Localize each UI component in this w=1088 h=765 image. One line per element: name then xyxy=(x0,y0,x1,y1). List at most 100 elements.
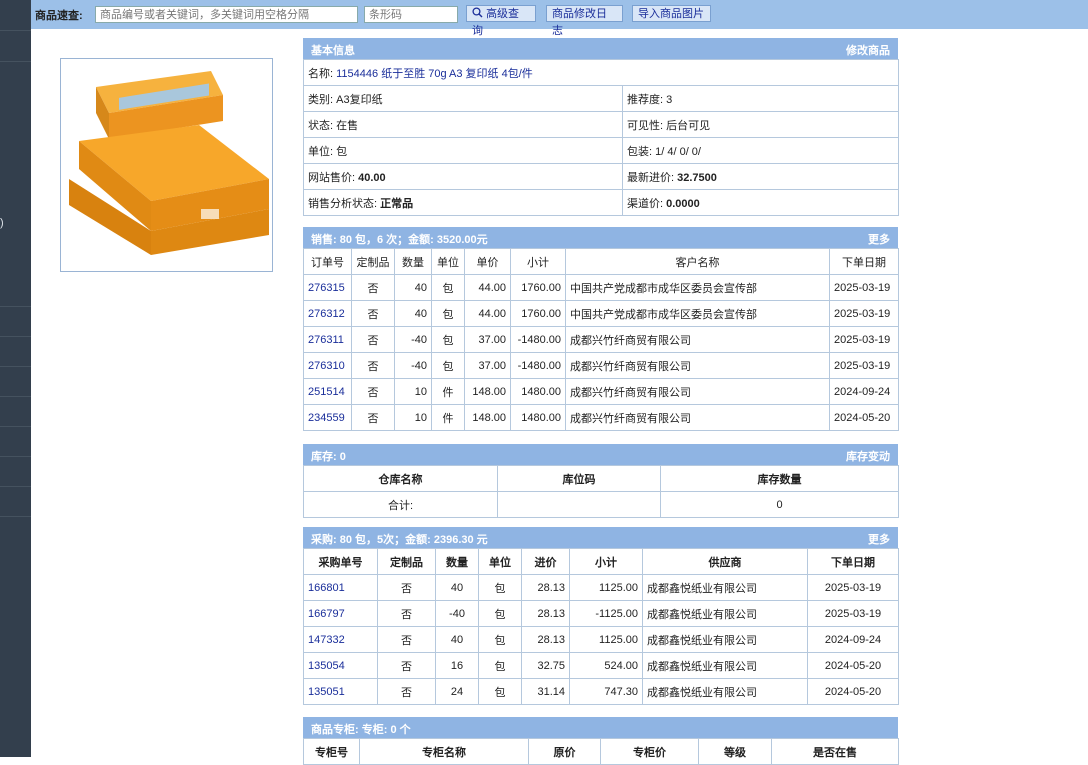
counter-header: 商品专柜: 专柜: 0 个 xyxy=(303,717,898,738)
stock-panel: 库存: 0 库存变动 仓库名称 库位码 库存数量 合计: 0 xyxy=(303,444,899,518)
stock-col-warehouse: 仓库名称 xyxy=(303,465,498,492)
sales-more-link[interactable]: 更多 xyxy=(868,231,890,247)
stock-change-link[interactable]: 库存变动 xyxy=(846,448,890,464)
quick-search-bar: 商品速查: 高级查询 商品修改日志 导入商品图片 xyxy=(31,0,1088,37)
sales-cell: 否 xyxy=(351,404,395,431)
sales-row: 276315 否 40 包 44.00 1760.00 中国共产党成都市成华区委员会宣传部 2… xyxy=(303,274,899,301)
sales-header: 销售: 80 包，6 次；金额: 3520.00元 更多 xyxy=(303,227,898,248)
search-icon xyxy=(472,7,483,18)
edit-product-link[interactable]: 修改商品 xyxy=(846,42,890,58)
sales-order-link[interactable]: 251514 xyxy=(303,378,352,405)
sales-status-label: 销售分析状态: xyxy=(308,197,378,210)
left-sidebar: ) xyxy=(0,0,31,757)
sales-cell: 40 xyxy=(394,274,432,301)
sales-cell: 2025-03-19 xyxy=(829,300,899,327)
purchase-cell: 28.13 xyxy=(521,600,570,627)
status-cell: 状态: 在售 xyxy=(303,111,623,138)
keyword-search-input[interactable] xyxy=(95,6,358,23)
sales-order-link[interactable]: 276310 xyxy=(303,352,352,379)
purchase-cell: 28.13 xyxy=(521,574,570,601)
sales-summary: 销售: 80 包，6 次；金额: 3520.00元 xyxy=(311,234,488,246)
purchase-cell: 成都鑫悦纸业有限公司 xyxy=(642,600,808,627)
purchase-row: 135051 否 24 包 31.14 747.30 成都鑫悦纸业有限公司 2024-05-2… xyxy=(303,678,899,705)
sales-cell: -1480.00 xyxy=(510,326,566,353)
site-price-cell: 网站售价: 40.00 xyxy=(303,163,623,190)
purchase-col-header: 数量 xyxy=(435,548,479,575)
sales-col-header: 下单日期 xyxy=(829,248,899,275)
purchase-order-link[interactable]: 166801 xyxy=(303,574,378,601)
sales-cell: 中国共产党成都市成华区委员会宣传部 xyxy=(565,274,830,301)
stock-total-qty: 0 xyxy=(660,491,899,518)
sales-cell: 37.00 xyxy=(464,352,511,379)
sales-order-link[interactable]: 276311 xyxy=(303,326,352,353)
purchase-order-link[interactable]: 147332 xyxy=(303,626,378,653)
sales-cell: 2025-03-19 xyxy=(829,352,899,379)
purchase-cell: 否 xyxy=(377,678,436,705)
purchase-cell: 否 xyxy=(377,574,436,601)
sales-order-link[interactable]: 276312 xyxy=(303,300,352,327)
purchase-more-link[interactable]: 更多 xyxy=(868,531,890,547)
sales-cell: 148.00 xyxy=(464,404,511,431)
sales-cell: 148.00 xyxy=(464,378,511,405)
purchase-cell: 包 xyxy=(478,626,522,653)
purchase-row: 147332 否 40 包 28.13 1125.00 成都鑫悦纸业有限公司 2024-09-… xyxy=(303,626,899,653)
sales-cell: 件 xyxy=(431,378,465,405)
purchase-summary: 采购: 80 包，5次；金额: 2396.30 元 xyxy=(311,534,488,546)
channel-price-label: 渠道价: xyxy=(627,197,664,210)
counter-col-header: 专柜号 xyxy=(303,738,360,765)
sales-col-header: 单位 xyxy=(431,248,465,275)
sales-cell: 44.00 xyxy=(464,300,511,327)
sales-cell: 包 xyxy=(431,352,465,379)
quick-search-label: 商品速查: xyxy=(35,10,83,22)
sales-col-header: 定制品 xyxy=(351,248,395,275)
purchase-cell: 2024-09-24 xyxy=(807,626,899,653)
purchase-cell: 31.14 xyxy=(521,678,570,705)
basic-info-panel: 基本信息 修改商品 名称: 1154446 纸于至胜 70g A3 复印纸 4包… xyxy=(302,38,900,216)
advanced-search-button[interactable]: 高级查询 xyxy=(466,5,536,37)
basic-info-header: 基本信息 修改商品 xyxy=(303,38,898,59)
latest-cost-value: 32.7500 xyxy=(677,171,717,184)
sales-row: 276312 否 40 包 44.00 1760.00 中国共产党成都市成华区委员会宣传部 2… xyxy=(303,300,899,327)
sales-cell: 否 xyxy=(351,378,395,405)
sales-cell: 包 xyxy=(431,326,465,353)
barcode-input[interactable] xyxy=(364,6,458,23)
sales-order-link[interactable]: 276315 xyxy=(303,274,352,301)
purchase-header: 采购: 80 包，5次；金额: 2396.30 元 更多 xyxy=(303,527,898,548)
import-image-button[interactable]: 导入商品图片 xyxy=(632,5,711,22)
purchase-col-header: 小计 xyxy=(569,548,643,575)
stock-col-location: 库位码 xyxy=(497,465,661,492)
unit-cell: 单位: 包 xyxy=(303,137,623,164)
sales-cell: 成都兴竹纤商贸有限公司 xyxy=(565,378,830,405)
purchase-order-link[interactable]: 135054 xyxy=(303,652,378,679)
sales-cell: -1480.00 xyxy=(510,352,566,379)
sales-cell: 件 xyxy=(431,404,465,431)
sales-cell: 否 xyxy=(351,274,395,301)
site-price-value: 40.00 xyxy=(358,171,386,184)
channel-price-value: 0.0000 xyxy=(666,197,700,210)
counter-col-header: 等级 xyxy=(698,738,772,765)
sidebar-glyph: ) xyxy=(0,217,4,229)
purchase-cell: 2025-03-19 xyxy=(807,574,899,601)
sales-cell: 成都兴竹纤商贸有限公司 xyxy=(565,326,830,353)
sales-row: 251514 否 10 件 148.00 1480.00 成都兴竹纤商贸有限公司 2024-0… xyxy=(303,378,899,405)
purchase-cell: 2025-03-19 xyxy=(807,600,899,627)
purchase-cell: 否 xyxy=(377,600,436,627)
sales-status-value: 正常品 xyxy=(380,197,414,210)
stock-total-code xyxy=(497,491,661,518)
purchase-order-link[interactable]: 135051 xyxy=(303,678,378,705)
sales-row: 234559 否 10 件 148.00 1480.00 成都兴竹纤商贸有限公司 2024-0… xyxy=(303,404,899,431)
purchase-col-header: 进价 xyxy=(521,548,570,575)
basic-info-table: 名称: 1154446 纸于至胜 70g A3 复印纸 4包/件 类别: A3复… xyxy=(302,59,900,216)
sales-col-header: 客户名称 xyxy=(565,248,830,275)
counter-table: 专柜号 专柜名称 原价 专柜价 等级 是否在售 xyxy=(303,738,899,765)
purchase-cell: 32.75 xyxy=(521,652,570,679)
counter-panel: 商品专柜: 专柜: 0 个 专柜号 专柜名称 原价 专柜价 等级 是否在售 xyxy=(303,717,899,765)
purchase-cell: 40 xyxy=(435,574,479,601)
purchase-order-link[interactable]: 166797 xyxy=(303,600,378,627)
purchase-cell: 28.13 xyxy=(521,626,570,653)
product-log-button[interactable]: 商品修改日志 xyxy=(546,5,623,37)
purchase-col-header: 采购单号 xyxy=(303,548,378,575)
purchase-cell: 2024-05-20 xyxy=(807,678,899,705)
sales-order-link[interactable]: 234559 xyxy=(303,404,352,431)
sales-cell: 10 xyxy=(394,378,432,405)
